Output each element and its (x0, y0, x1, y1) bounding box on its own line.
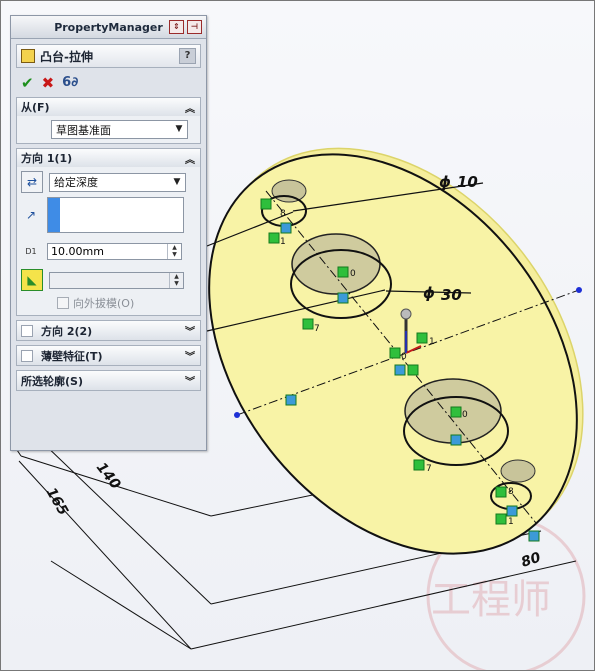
property-manager-tab[interactable]: PropertyManager ⇕ ⊣ (11, 16, 206, 39)
direction-vector-list[interactable] (47, 197, 184, 233)
selected-contours-label: 所选轮廓(S) (21, 374, 83, 388)
detailed-preview-icon[interactable]: 6∂ (62, 74, 78, 92)
draft-outward-label: 向外拔模(O) (73, 297, 135, 310)
svg-text:1: 1 (280, 237, 286, 247)
from-section: 从(F) ︽ 草图基准面 ▼ (16, 97, 201, 144)
collapse-icon[interactable]: ︽ (185, 100, 195, 115)
svg-text:0: 0 (401, 352, 407, 362)
checkbox-box[interactable] (57, 297, 69, 309)
svg-text:0: 0 (350, 269, 356, 279)
relation-tag (450, 434, 462, 446)
feature-name: 凸台-拉伸 (40, 49, 93, 64)
draft-icon: ◣ (27, 273, 37, 287)
direction2-checkbox[interactable] (21, 324, 33, 337)
selected-contours-header[interactable]: 所选轮廓(S) ︾ (17, 371, 200, 390)
spin-arrows-icon[interactable]: ▲ ▼ (167, 243, 181, 259)
watermark-text: 工程师 (431, 577, 551, 623)
property-manager-panel: PropertyManager ⇕ ⊣ 凸台-拉伸 ? ✔ ✖ 6∂ 从(F) … (10, 15, 207, 451)
close-icon[interactable]: ✖ (42, 74, 55, 92)
thin-feature-label: 薄壁特征(T) (41, 349, 103, 363)
dim-dia-symbol-large: ϕ (423, 284, 435, 302)
direction1-section: 方向 1(1) ︽ ⇄ 给定深度 ▼ ↗ D1 10.00mm ▲ ▼ ◣ ▲ … (16, 148, 201, 316)
relation-tag: 8 (495, 486, 514, 498)
dim-dia-symbol-small: ϕ (439, 173, 451, 191)
help-button[interactable]: ? (179, 48, 196, 64)
svg-text:1: 1 (429, 337, 435, 347)
spin-arrows-icon[interactable]: ▲ ▼ (169, 272, 183, 288)
thin-feature-header[interactable]: 薄壁特征(T) ︾ (17, 346, 200, 365)
from-section-label: 从(F) (21, 101, 50, 114)
pin-icon[interactable]: ⊣ (187, 20, 202, 34)
reverse-direction-icon: ⇄ (26, 175, 38, 189)
depth-input[interactable]: 10.00mm ▲ ▼ (47, 242, 182, 260)
end-condition-select[interactable]: 给定深度 ▼ (49, 172, 186, 192)
expand-icon[interactable]: ︾ (185, 348, 195, 363)
reverse-direction-button[interactable]: ⇄ (21, 171, 43, 193)
svg-text:7: 7 (314, 324, 320, 334)
relation-tag (337, 292, 349, 304)
from-select[interactable]: 草图基准面 ▼ (51, 120, 188, 139)
relation-tag (285, 394, 297, 406)
boss-extrude-icon (21, 49, 35, 63)
feature-header: 凸台-拉伸 ? (16, 44, 201, 68)
dim-80: 80 (519, 549, 543, 570)
expand-icon[interactable]: ︾ (185, 373, 195, 388)
graphics-area[interactable]: 工程师 ϕ 10 ϕ 30 140 165 80 8 1 0 7 1 0 0 7… (0, 0, 595, 671)
expand-icon[interactable]: ︾ (185, 323, 195, 338)
selected-contours-section[interactable]: 所选轮廓(S) ︾ (16, 370, 201, 391)
svg-text:0: 0 (462, 410, 468, 420)
direction-vector-icon: ↗ (25, 208, 37, 222)
dim-140: 140 (93, 460, 124, 493)
chevron-down-icon: ▼ (175, 124, 183, 134)
svg-text:8: 8 (280, 209, 286, 219)
svg-text:8: 8 (508, 487, 514, 497)
direction2-label: 方向 2(2) (41, 324, 93, 338)
dim-dia-30: 30 (441, 286, 462, 304)
relation-tag (528, 530, 540, 542)
end-condition-value: 给定深度 (54, 176, 98, 189)
from-section-header[interactable]: 从(F) ︽ (17, 98, 200, 116)
check-icon[interactable]: ✔ (21, 74, 34, 92)
svg-text:7: 7 (426, 464, 432, 474)
relation-tag: 0 (337, 266, 356, 279)
relation-tag (506, 505, 518, 517)
chevron-down-icon: ▼ (173, 176, 181, 187)
dim-dia-10: 10 (457, 173, 478, 191)
draft-outward-checkbox[interactable]: 向外拔模(O) (21, 295, 196, 311)
relation-tag (407, 364, 419, 376)
relation-tag (394, 364, 406, 376)
draft-angle-input[interactable]: ▲ ▼ (49, 271, 184, 289)
direction1-header[interactable]: 方向 1(1) ︽ (17, 149, 200, 167)
svg-text:1: 1 (508, 517, 514, 527)
property-manager-title: PropertyManager (54, 20, 163, 34)
depth-icon: D1 (25, 246, 37, 256)
direction1-label: 方向 1(1) (21, 152, 73, 165)
draft-toggle-button[interactable]: ◣ (21, 269, 43, 291)
collapse-icon[interactable]: ︽ (185, 151, 195, 166)
direction2-header[interactable]: 方向 2(2) ︾ (17, 321, 200, 340)
relation-tag (280, 222, 292, 234)
thin-feature-checkbox[interactable] (21, 349, 33, 362)
direction2-section[interactable]: 方向 2(2) ︾ (16, 320, 201, 341)
split-view-icon[interactable]: ⇕ (169, 20, 184, 34)
action-buttons: ✔ ✖ 6∂ (11, 68, 206, 93)
from-select-value: 草图基准面 (56, 123, 111, 137)
thin-feature-section[interactable]: 薄壁特征(T) ︾ (16, 345, 201, 366)
depth-value: 10.00mm (51, 244, 104, 258)
